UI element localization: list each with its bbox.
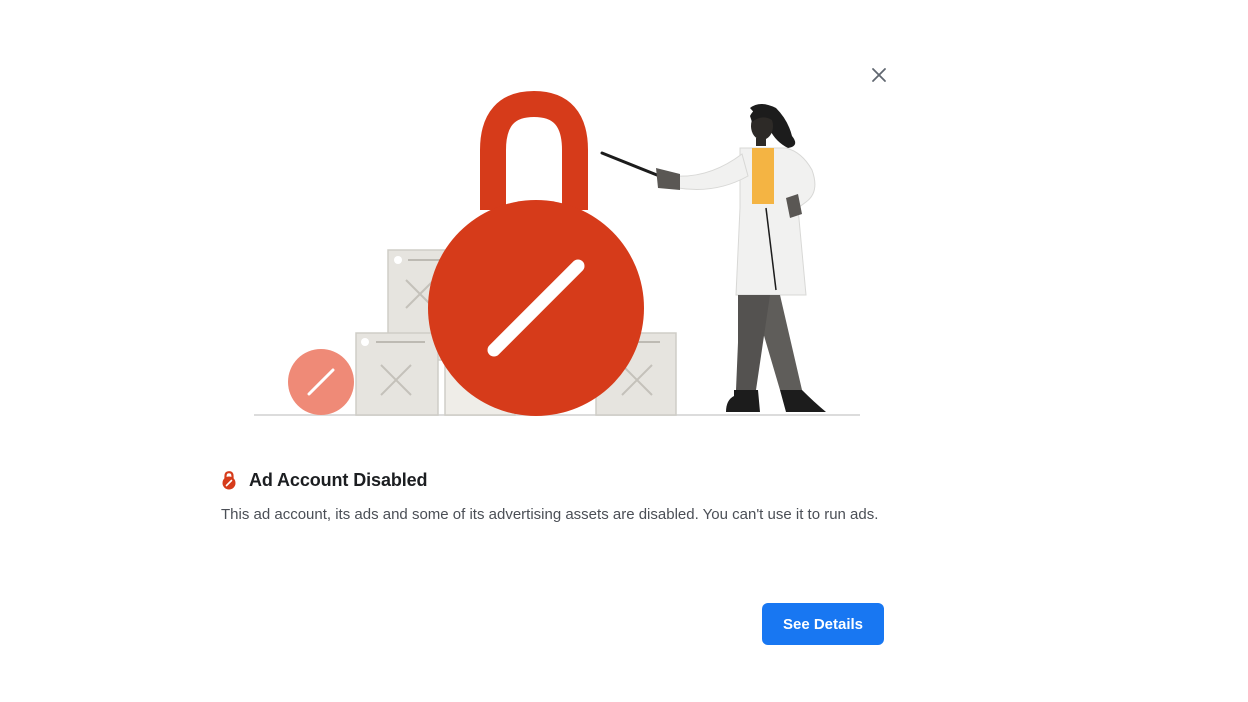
padlock-icon (428, 90, 644, 416)
ad-account-disabled-dialog: Ad Account Disabled This ad account, its… (0, 0, 1248, 702)
dialog-description: This ad account, its ads and some of its… (221, 506, 879, 523)
lock-icon (221, 469, 239, 491)
see-details-button[interactable]: See Details (762, 603, 884, 645)
close-button[interactable] (866, 62, 892, 88)
presenter-person-icon (656, 104, 826, 412)
title-row: Ad Account Disabled (221, 466, 428, 494)
dialog-title: Ad Account Disabled (249, 469, 428, 490)
small-disabled-icon (288, 349, 354, 415)
ad-card-left-icon (355, 332, 439, 416)
close-icon (872, 68, 886, 82)
pointer-stick (600, 151, 664, 179)
account-disabled-illustration (254, 90, 860, 416)
